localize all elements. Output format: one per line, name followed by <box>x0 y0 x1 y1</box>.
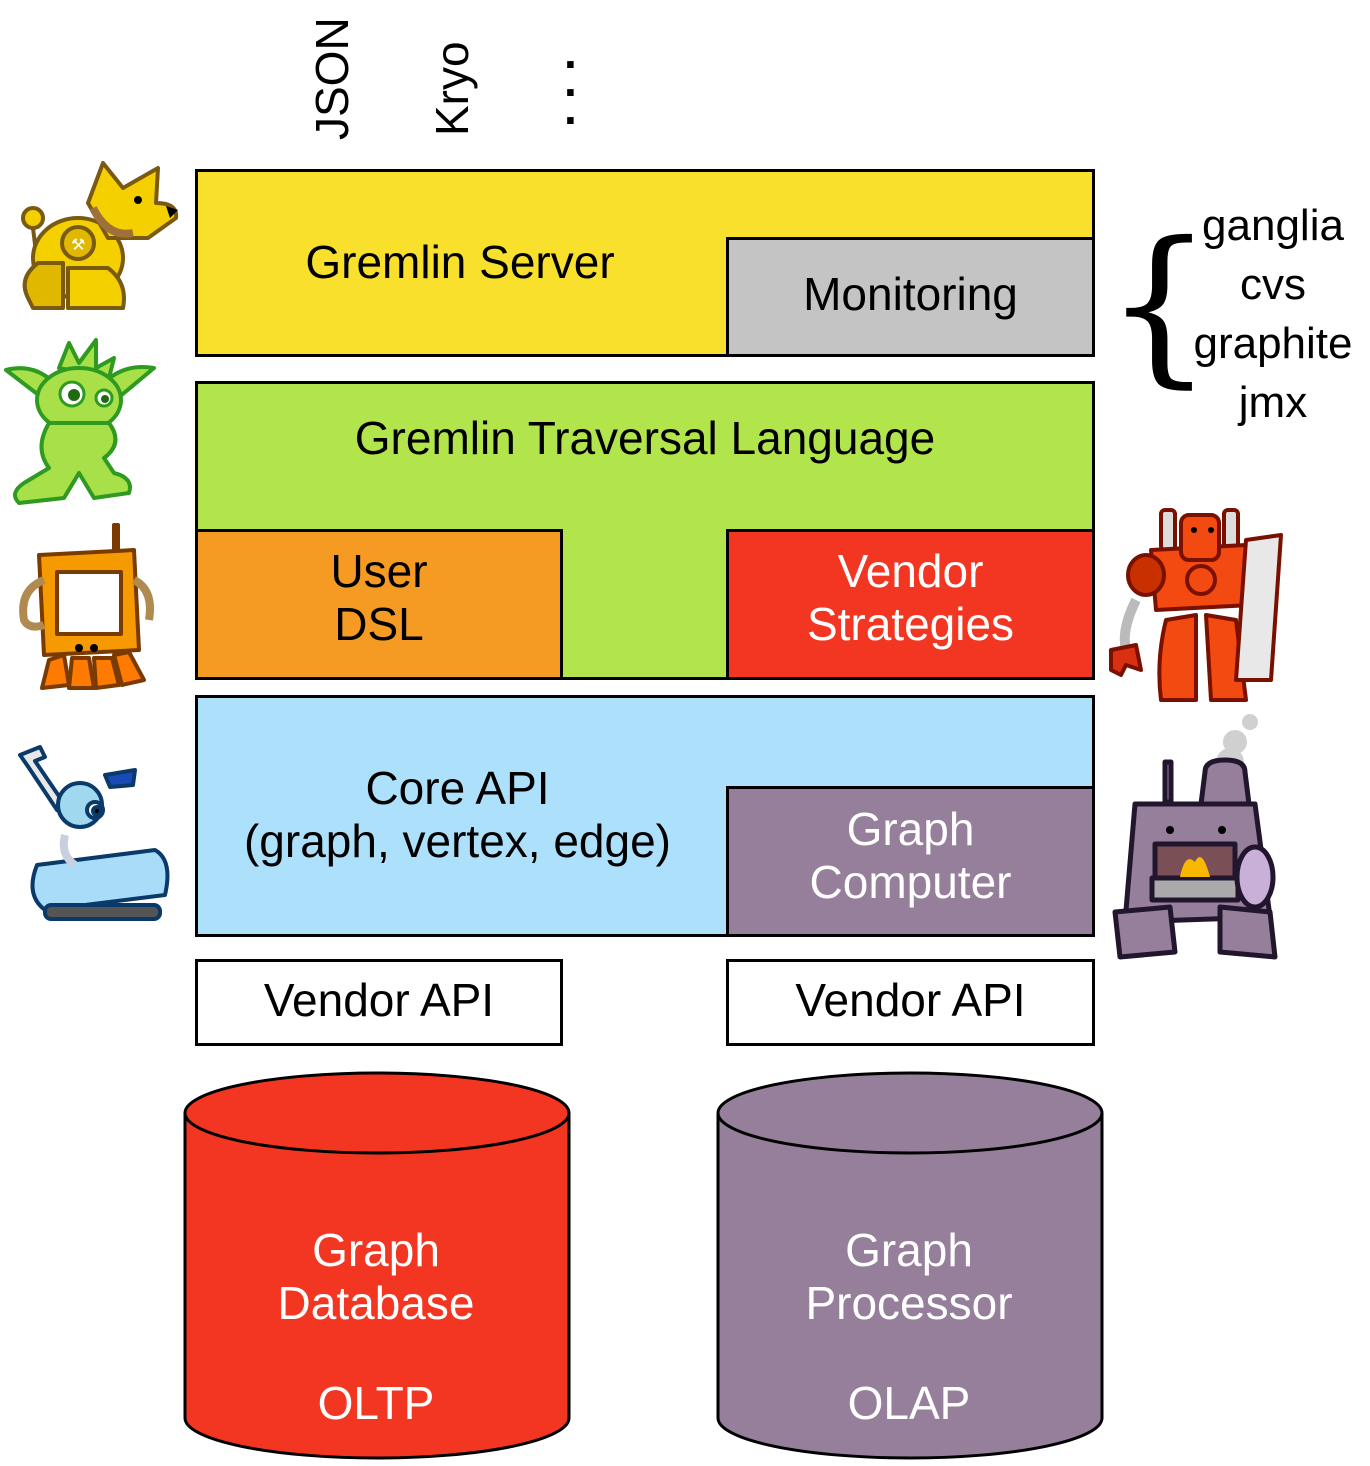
user-dsl-line1: User <box>330 545 428 597</box>
vendor-strategies-line1: Vendor <box>837 545 984 597</box>
orange-frame-robot-mascot-icon <box>19 523 154 690</box>
oltp-label: OLTP <box>317 1377 435 1429</box>
graph-database-line2: Database <box>277 1276 475 1329</box>
vendor-strategies-label: Vendor Strategies <box>726 545 1095 651</box>
format-kryo: Kryo <box>426 41 478 136</box>
svg-text:⚒: ⚒ <box>71 235 85 254</box>
tool-graphite: graphite <box>1193 319 1353 368</box>
core-api-line2: (graph, vertex, edge) <box>243 814 671 867</box>
graph-computer-line1: Graph <box>846 803 975 855</box>
graph-database-line1: Graph <box>312 1224 440 1276</box>
user-dsl-label: User DSL <box>195 545 563 651</box>
graph-database-label: Graph Database <box>180 1224 572 1330</box>
graph-computer-line2: Computer <box>809 855 1012 908</box>
graph-processor-line1: Graph <box>845 1224 973 1276</box>
user-dsl-line2: DSL <box>334 597 424 650</box>
gremlin-server-label: Gremlin Server <box>305 236 615 288</box>
graph-processor-label: Graph Processor <box>713 1224 1105 1330</box>
monitoring-label: Monitoring <box>803 268 1018 320</box>
vendor-strategies-line2: Strategies <box>806 597 1015 650</box>
green-gremlin-mascot-icon <box>4 338 156 505</box>
format-ellipsis: · · · <box>564 38 580 146</box>
graph-processor-line2: Processor <box>805 1276 1013 1329</box>
vendor-api-left-label: Vendor API <box>263 974 495 1026</box>
traversal-language-label: Gremlin Traversal Language <box>354 412 936 464</box>
red-robot-mascot-icon <box>1109 508 1283 702</box>
tool-jmx: jmx <box>1238 378 1308 427</box>
olap-label: OLAP <box>847 1377 971 1429</box>
monitoring-tools-list: ganglia cvs graphite jmx <box>1178 196 1368 432</box>
vendor-api-right-label: Vendor API <box>795 974 1026 1026</box>
yellow-robot-dog-mascot-icon: ⚒ <box>21 161 179 310</box>
tool-ganglia: ganglia <box>1202 201 1344 250</box>
graph-computer-label: Graph Computer <box>726 803 1095 909</box>
purple-furnace-mascot-icon <box>1112 714 1278 960</box>
blue-tank-robot-mascot-icon <box>18 745 170 921</box>
core-api-line1: Core API <box>365 762 550 814</box>
format-json: JSON <box>306 17 358 140</box>
tool-cvs: cvs <box>1240 260 1306 309</box>
core-api-label: Core API (graph, vertex, edge) <box>195 762 720 868</box>
